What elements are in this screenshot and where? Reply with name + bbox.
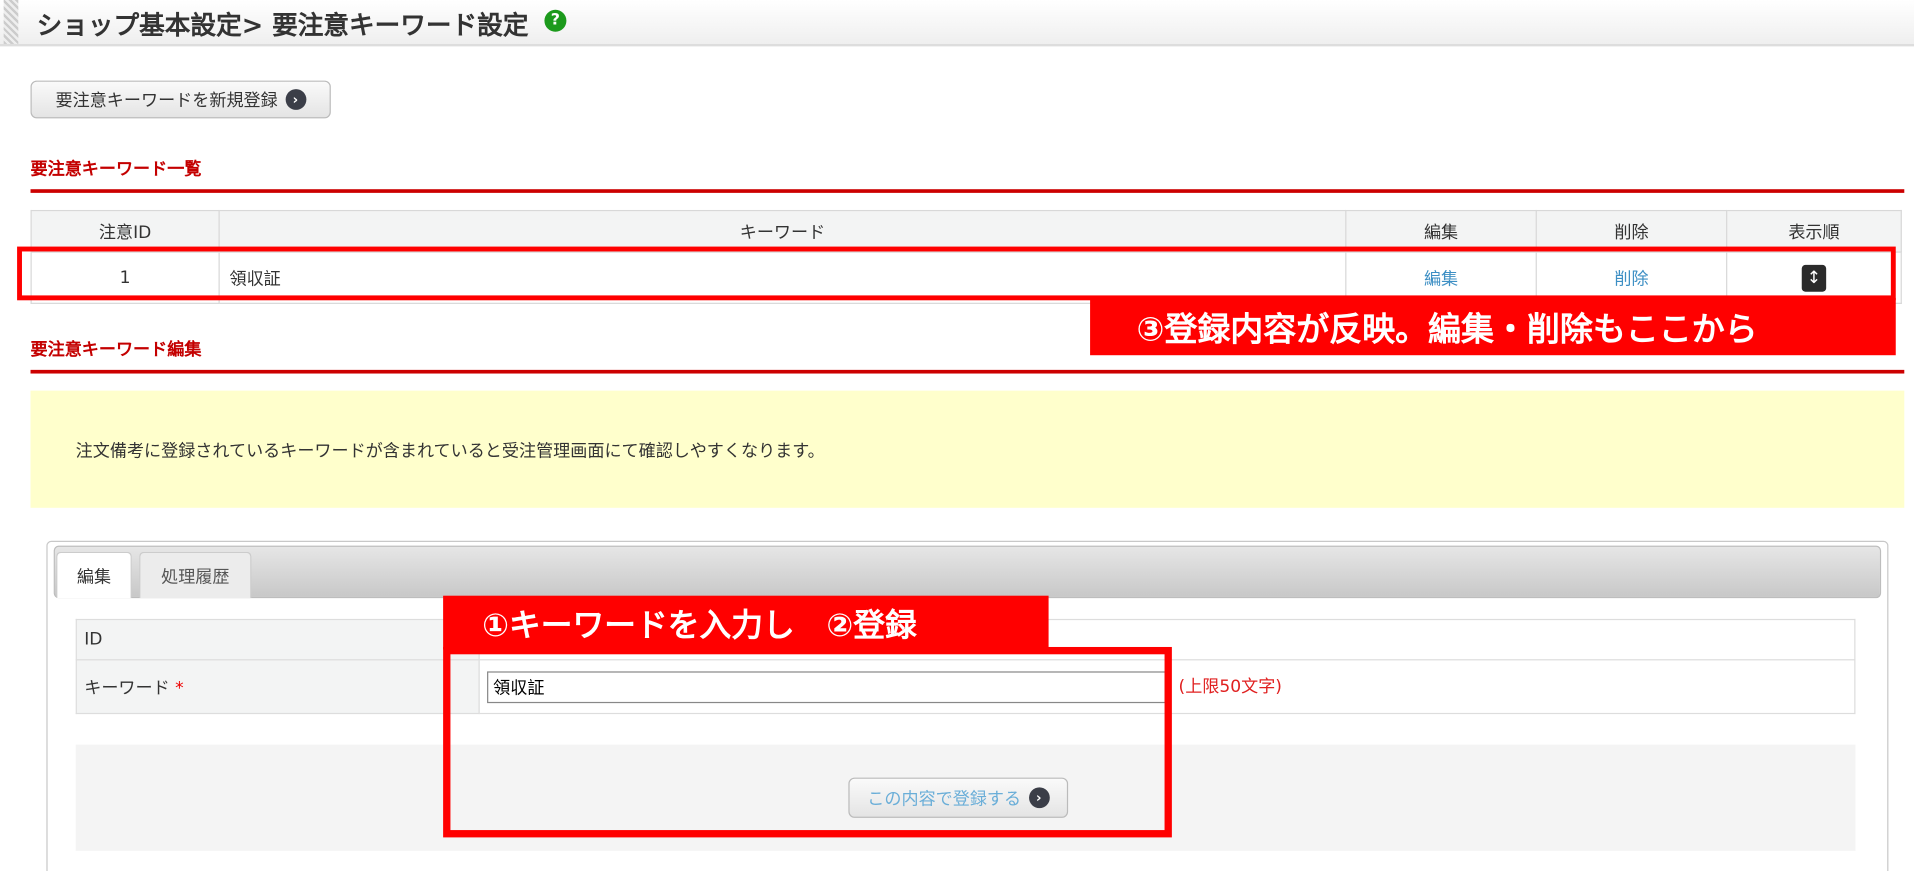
arrow-right-icon: › bbox=[285, 89, 306, 110]
keyword-label-cell: キーワード * bbox=[75, 659, 480, 715]
list-heading: 要注意キーワード一覧 bbox=[30, 159, 202, 180]
annotation-banner-1-2: ①キーワードを入力し ②登録 bbox=[443, 595, 1049, 650]
tab-history[interactable]: 処理履歴 bbox=[139, 551, 252, 599]
new-keyword-button-label: 要注意キーワードを新規登録 bbox=[55, 90, 278, 111]
annotation-box-form bbox=[443, 646, 1172, 838]
notice-box: 注文備考に登録されているキーワードが含まれていると受注管理画面にて確認しやすくな… bbox=[30, 390, 1905, 508]
divider bbox=[30, 369, 1905, 374]
required-mark: * bbox=[175, 678, 184, 698]
tab-edit[interactable]: 編集 bbox=[56, 551, 132, 599]
notice-text: 注文備考に登録されているキーワードが含まれていると受注管理画面にて確認しやすくな… bbox=[75, 441, 825, 462]
keyword-label: キーワード bbox=[84, 678, 170, 698]
header-stripe bbox=[3, 0, 19, 44]
edit-heading: 要注意キーワード編集 bbox=[30, 340, 202, 361]
help-icon[interactable]: ? bbox=[544, 9, 567, 32]
id-label: ID bbox=[75, 618, 480, 661]
tab-bar bbox=[53, 545, 1882, 599]
page-title: ショップ基本設定> 要注意キーワード設定 bbox=[36, 10, 529, 41]
limit-hint: (上限50文字) bbox=[1178, 676, 1282, 697]
annotation-box-list bbox=[17, 246, 1896, 301]
new-keyword-button[interactable]: 要注意キーワードを新規登録 › bbox=[30, 80, 331, 119]
divider bbox=[30, 189, 1905, 193]
annotation-banner-3: ③登録内容が反映。編集・削除もここから bbox=[1090, 297, 1896, 356]
